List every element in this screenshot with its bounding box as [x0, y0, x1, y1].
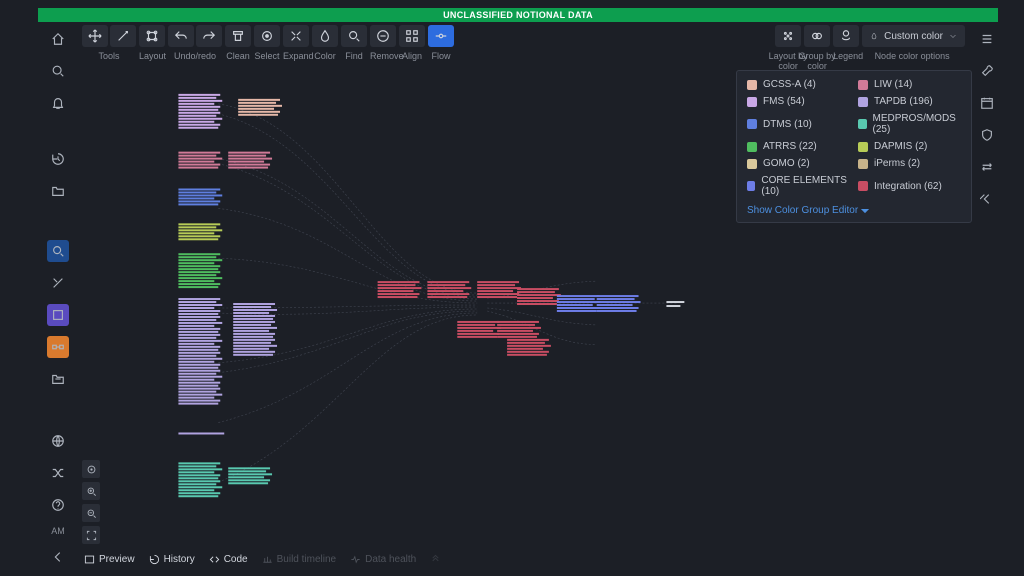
- find-label: Find: [341, 51, 367, 61]
- zoom-target-button[interactable]: [82, 460, 100, 478]
- tools-move-button[interactable]: [82, 25, 108, 47]
- legend-label: Legend: [833, 51, 859, 61]
- flow-diagram: [78, 64, 976, 552]
- tab-preview[interactable]: Preview: [84, 554, 135, 565]
- drop-icon: [870, 32, 878, 40]
- nav-item-c[interactable]: [47, 304, 69, 326]
- group-by-color-button[interactable]: [804, 25, 830, 47]
- redo-button[interactable]: [196, 25, 222, 47]
- tools-secondary-button[interactable]: [110, 25, 136, 47]
- undoredo-label: Undo/redo: [168, 51, 222, 61]
- find-button[interactable]: [341, 25, 367, 47]
- clean-label: Clean: [225, 51, 251, 61]
- right-rail: [976, 22, 998, 568]
- collapse-right-icon[interactable]: [976, 188, 998, 210]
- tab-code[interactable]: Code: [209, 554, 248, 565]
- zoom-fit-button[interactable]: [82, 526, 100, 544]
- history-icon[interactable]: [47, 148, 69, 170]
- select-button[interactable]: [254, 25, 280, 47]
- expand-label: Expand: [283, 51, 309, 61]
- folder-icon[interactable]: [47, 180, 69, 202]
- color-label: Color: [312, 51, 338, 61]
- calendar-icon[interactable]: [976, 92, 998, 114]
- zoom-in-button[interactable]: [82, 482, 100, 500]
- shuffle-icon[interactable]: [47, 462, 69, 484]
- undo-button[interactable]: [168, 25, 194, 47]
- left-rail: AM: [38, 22, 78, 568]
- nav-item-e[interactable]: [47, 368, 69, 390]
- color-button[interactable]: [312, 25, 338, 47]
- tab-build-timeline[interactable]: Build timeline: [262, 554, 336, 565]
- custom-color-select[interactable]: Custom color: [862, 25, 965, 47]
- search-icon[interactable]: [47, 60, 69, 82]
- zoom-controls: [82, 460, 100, 544]
- tools-label: Tools: [82, 51, 136, 61]
- help-icon[interactable]: [47, 494, 69, 516]
- remove-button[interactable]: [370, 25, 396, 47]
- select-label: Select: [254, 51, 280, 61]
- align-button[interactable]: [399, 25, 425, 47]
- legend-button[interactable]: [833, 25, 859, 47]
- chevron-down-icon: [949, 32, 957, 40]
- remove-label: Remove: [370, 51, 396, 61]
- home-icon[interactable]: [47, 28, 69, 50]
- nav-item-d[interactable]: [47, 336, 69, 358]
- nav-item-a[interactable]: [47, 240, 69, 262]
- bottom-tabs: Preview History Code Build timeline Data…: [78, 550, 976, 568]
- user-badge[interactable]: AM: [51, 526, 65, 536]
- top-toolbar: Tools Layout Undo/redo Clean Select Expa…: [78, 22, 998, 64]
- tab-history[interactable]: History: [149, 554, 195, 565]
- nav-item-b[interactable]: [47, 272, 69, 294]
- custom-color-label: Custom color: [884, 31, 943, 42]
- node-color-options-label: Node color options: [862, 51, 962, 61]
- flow-button[interactable]: [428, 25, 454, 47]
- layout-by-color-button[interactable]: [775, 25, 801, 47]
- swap-icon[interactable]: [976, 156, 998, 178]
- graph-canvas[interactable]: [78, 64, 976, 552]
- collapse-left-icon[interactable]: [47, 546, 69, 568]
- shield-icon[interactable]: [976, 124, 998, 146]
- layout-button[interactable]: [139, 25, 165, 47]
- list-icon[interactable]: [976, 28, 998, 50]
- tab-more[interactable]: [430, 554, 441, 565]
- tab-data-health[interactable]: Data health: [350, 554, 416, 565]
- bell-icon[interactable]: [47, 92, 69, 114]
- classification-banner: UNCLASSIFIED NOTIONAL DATA: [38, 8, 998, 22]
- globe-icon[interactable]: [47, 430, 69, 452]
- zoom-out-button[interactable]: [82, 504, 100, 522]
- flow-label: Flow: [428, 51, 454, 61]
- clean-button[interactable]: [225, 25, 251, 47]
- expand-button[interactable]: [283, 25, 309, 47]
- layout-label: Layout: [139, 51, 165, 61]
- align-label: Align: [399, 51, 425, 61]
- wrench-icon[interactable]: [976, 60, 998, 82]
